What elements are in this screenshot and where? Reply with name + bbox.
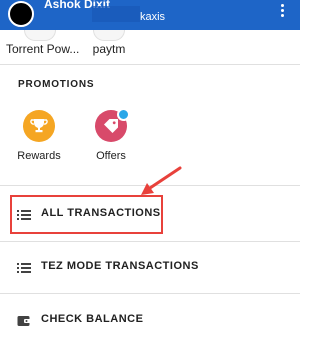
- tag-icon: [95, 108, 130, 142]
- tez-mode-transactions-item[interactable]: TEZ MODE TRANSACTIONS: [0, 252, 300, 282]
- check-balance-item[interactable]: CHECK BALANCE: [0, 305, 300, 335]
- promotions-heading: PROMOTIONS: [18, 79, 95, 90]
- rewards-label: Rewards: [17, 150, 61, 162]
- rewards-button[interactable]: Rewards: [14, 110, 64, 162]
- contact-avatar: [24, 30, 56, 41]
- wallet-icon: [17, 314, 31, 326]
- pointer-arrow-icon: [141, 166, 182, 195]
- divider: [0, 241, 300, 242]
- highlight-box: [10, 195, 163, 234]
- offers-label: Offers: [96, 150, 126, 162]
- contact-avatar: [93, 30, 125, 41]
- recent-contact-label: Torrent Pow...: [6, 42, 80, 56]
- account-subtitle: kaxis: [140, 11, 166, 23]
- app-bar: Ashok Dixit kaxis: [0, 0, 300, 30]
- avatar[interactable]: [8, 1, 34, 27]
- redacted-area: [92, 6, 140, 22]
- recent-contact[interactable]: Torrent Pow...: [6, 30, 80, 56]
- recent-contact[interactable]: paytm: [84, 30, 134, 56]
- menu-item-label: CHECK BALANCE: [41, 313, 144, 325]
- offers-button[interactable]: Offers: [86, 108, 136, 162]
- notification-dot: [117, 108, 130, 121]
- more-options-icon[interactable]: [278, 4, 286, 20]
- divider: [0, 293, 300, 294]
- recents-row: Torrent Pow... paytm: [0, 30, 300, 64]
- list-icon: [17, 261, 31, 273]
- trophy-icon: [23, 110, 55, 142]
- menu-item-label: TEZ MODE TRANSACTIONS: [41, 260, 199, 272]
- recent-contact-label: paytm: [92, 42, 126, 56]
- divider: [0, 64, 300, 65]
